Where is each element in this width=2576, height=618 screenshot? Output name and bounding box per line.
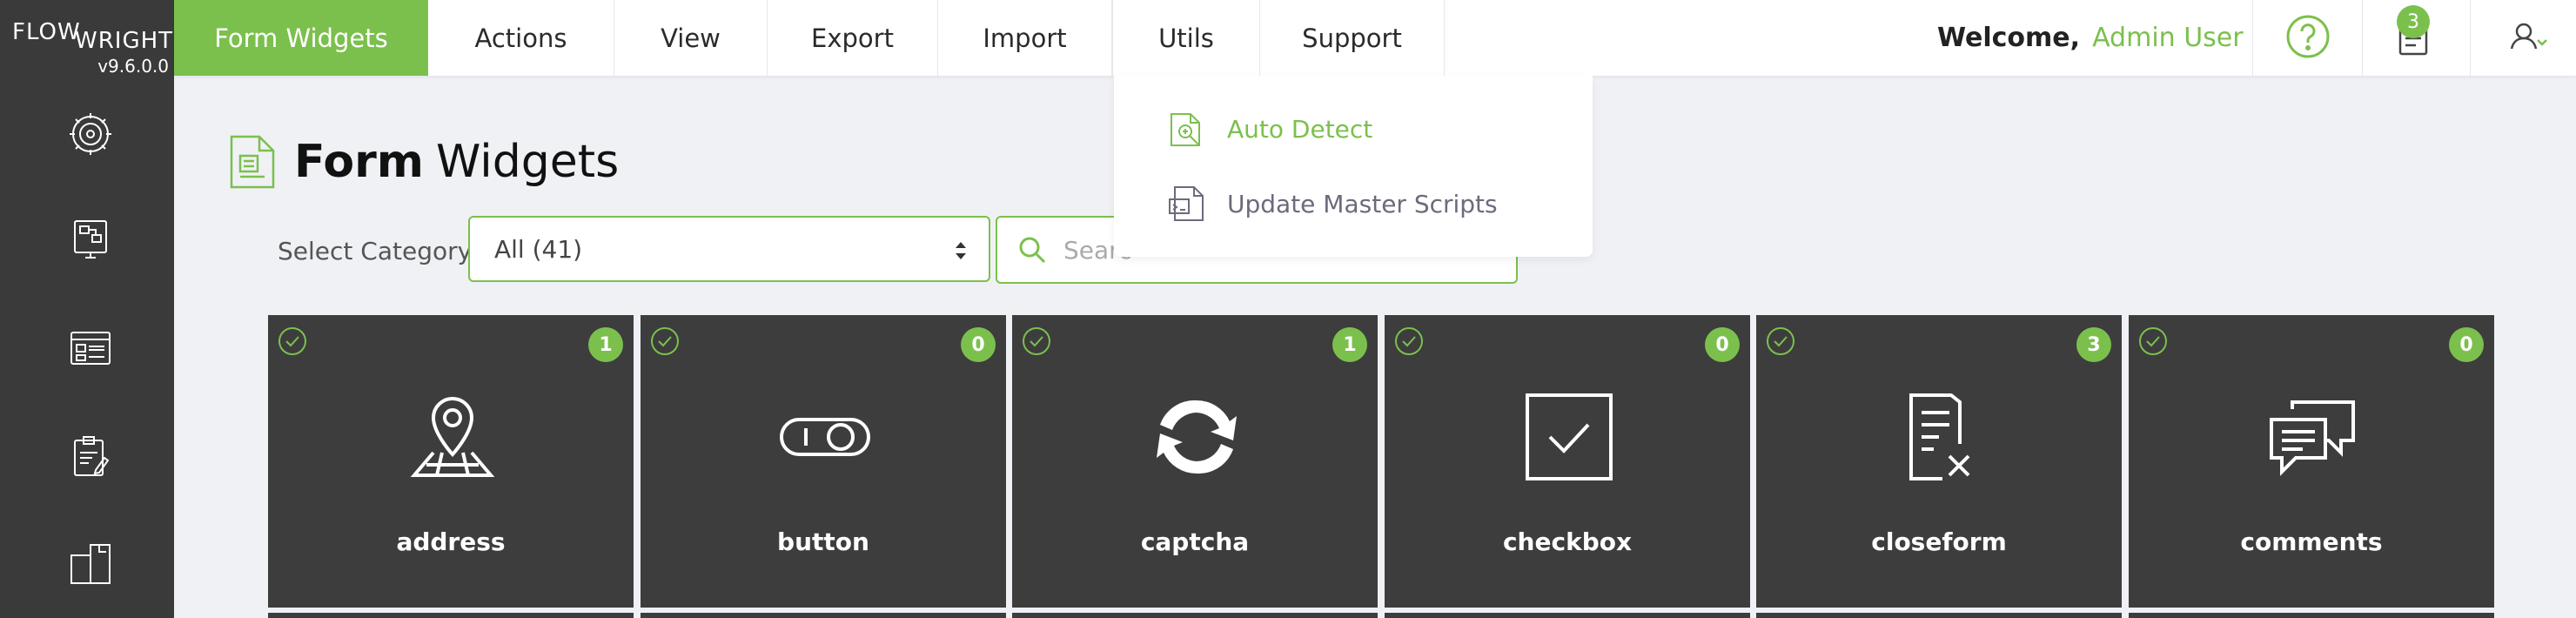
auto-detect-icon xyxy=(1171,113,1200,146)
search-icon xyxy=(1019,237,1046,264)
menu-item-label: Update Master Scripts xyxy=(1227,189,1498,218)
widget-card-next-row xyxy=(1385,613,1750,618)
user-menu-icon[interactable] xyxy=(2503,12,2552,61)
widget-name: captcha xyxy=(1140,527,1250,556)
tab-utils[interactable]: Utils xyxy=(1112,0,1260,76)
checkbox-icon xyxy=(1526,393,1613,480)
version-label: v9.6.0.0 xyxy=(97,56,169,77)
widget-card-next-row xyxy=(1756,613,2122,618)
tab-import[interactable]: Import xyxy=(938,0,1112,76)
check-icon[interactable] xyxy=(649,326,681,357)
widget-name: closeform xyxy=(1871,527,2007,556)
chat-icon xyxy=(2270,400,2355,476)
widget-name: checkbox xyxy=(1502,527,1633,556)
master-scripts-icon xyxy=(1169,186,1204,221)
usage-count-badge: 3 xyxy=(2076,327,2111,362)
divider xyxy=(2362,0,2363,76)
widget-name: button xyxy=(777,527,869,556)
pages-icon[interactable] xyxy=(66,540,115,588)
refresh-icon xyxy=(1157,400,1237,474)
welcome-label: Welcome, xyxy=(1937,23,2081,53)
usage-count-badge: 1 xyxy=(588,327,623,362)
check-icon[interactable] xyxy=(2137,326,2169,357)
reports-icon[interactable] xyxy=(66,432,115,480)
page-title-rest: Widgets xyxy=(435,136,620,188)
tab-actions[interactable]: Actions xyxy=(428,0,614,76)
check-icon[interactable] xyxy=(1765,326,1796,357)
toggle-icon xyxy=(780,418,870,456)
user-name[interactable]: Admin User xyxy=(2092,23,2244,53)
notification-count-badge: 3 xyxy=(2397,5,2430,38)
widget-card-address[interactable]: 1 address xyxy=(268,315,634,608)
category-select[interactable]: All (41) xyxy=(468,216,990,282)
widget-card-next-row xyxy=(1012,613,1378,618)
page-title-bold: Form xyxy=(294,136,424,188)
usage-count-badge: 0 xyxy=(2449,327,2484,362)
logo[interactable]: FLOW WRIGHT v9.6.0.0 xyxy=(12,19,172,80)
utils-dropdown-menu: Auto Detect Update Master Scripts xyxy=(1114,76,1593,257)
menu-item-update-master-scripts[interactable]: Update Master Scripts xyxy=(1166,179,1498,228)
welcome-message: Welcome, Admin User xyxy=(1937,0,2244,76)
category-label: Select Category: xyxy=(278,236,479,265)
widget-card-comments[interactable]: 0 comments xyxy=(2129,315,2494,608)
logo-text-bottom: WRIGHT xyxy=(75,28,174,54)
widget-card-closeform[interactable]: 3 closeform xyxy=(1756,315,2122,608)
form-widgets-icon xyxy=(230,135,275,189)
usage-count-badge: 0 xyxy=(961,327,996,362)
top-navigation: Form Widgets Actions View Export Import … xyxy=(174,0,2576,76)
usage-count-badge: 1 xyxy=(1332,327,1367,362)
sidebar: FLOW WRIGHT v9.6.0.0 xyxy=(0,0,174,618)
menu-item-label: Auto Detect xyxy=(1227,114,1373,144)
check-icon[interactable] xyxy=(1393,326,1425,357)
usage-count-badge: 0 xyxy=(1705,327,1740,362)
widget-name: address xyxy=(396,527,506,556)
widget-card-next-row xyxy=(641,613,1006,618)
widget-card-button[interactable]: 0 button xyxy=(641,315,1006,608)
tab-export[interactable]: Export xyxy=(768,0,938,76)
widget-card-next-row xyxy=(268,613,634,618)
menu-item-auto-detect[interactable]: Auto Detect xyxy=(1166,104,1372,153)
divider xyxy=(2470,0,2471,76)
page-title: Form Widgets xyxy=(228,132,619,191)
logo-text-top: FLOW xyxy=(12,19,81,45)
check-icon[interactable] xyxy=(277,326,308,357)
forms-icon[interactable] xyxy=(66,324,115,373)
map-pin-icon xyxy=(410,396,495,477)
close-form-icon xyxy=(1909,393,1970,480)
tab-support[interactable]: Support xyxy=(1260,0,1445,76)
widget-name: comments xyxy=(2240,527,2383,556)
divider xyxy=(2252,0,2253,76)
check-icon[interactable] xyxy=(1021,326,1052,357)
widget-card-checkbox[interactable]: 0 checkbox xyxy=(1385,315,1750,608)
tab-view[interactable]: View xyxy=(614,0,768,76)
designer-icon[interactable] xyxy=(66,216,115,265)
widget-card-captcha[interactable]: 1 captcha xyxy=(1012,315,1378,608)
widget-card-next-row xyxy=(2129,613,2494,618)
category-selected-value: All (41) xyxy=(494,234,583,264)
select-arrows-icon xyxy=(956,242,966,259)
tab-form-widgets[interactable]: Form Widgets xyxy=(174,0,428,76)
dashboard-gear-icon[interactable] xyxy=(66,110,115,158)
help-icon[interactable] xyxy=(2284,12,2332,61)
